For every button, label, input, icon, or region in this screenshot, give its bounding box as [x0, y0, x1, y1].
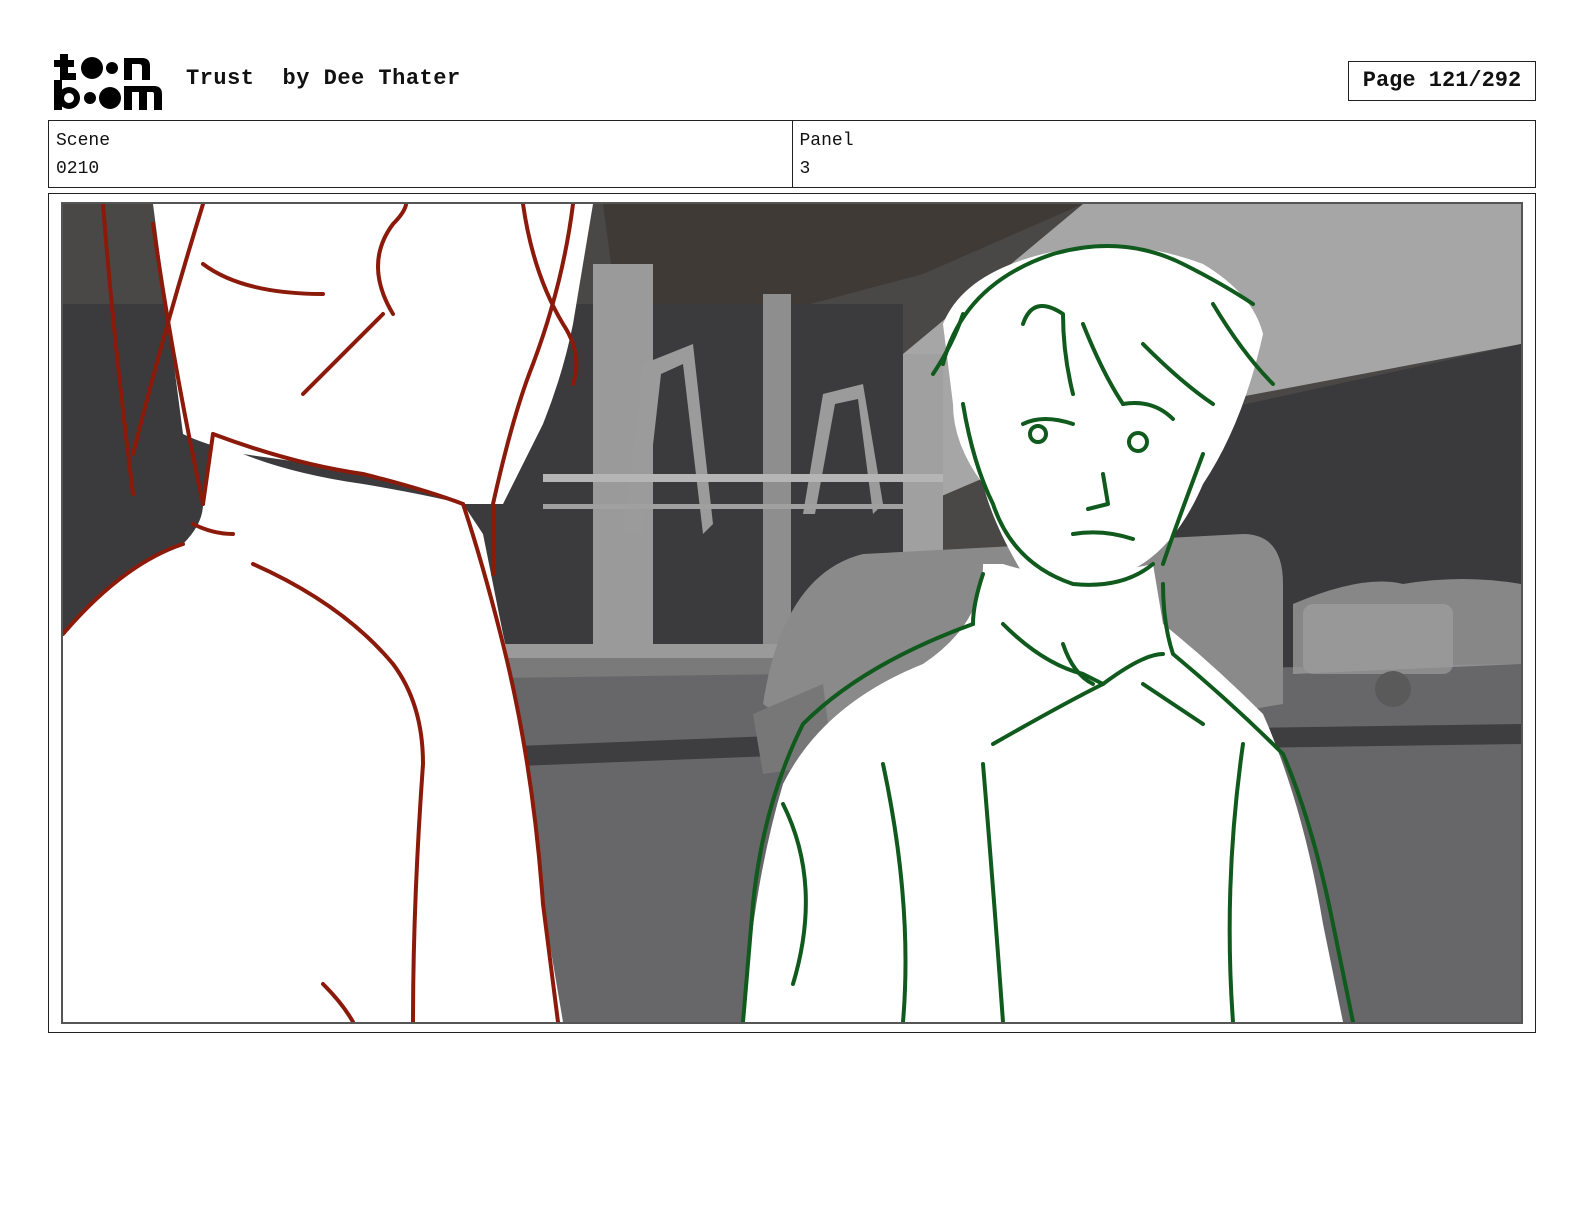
- panel-drawing: [63, 204, 1521, 1022]
- storyboard-panel-image: [61, 202, 1523, 1024]
- toon-boom-logo: [50, 50, 166, 112]
- author-credit: by Dee Thater: [282, 66, 461, 91]
- scene-cell: Scene 0210: [49, 121, 792, 187]
- panel-cell: Panel 3: [791, 121, 1536, 187]
- panel-value: 3: [799, 159, 811, 179]
- document-title: Trust by Dee Thater: [186, 66, 461, 91]
- panel-label: Panel: [799, 131, 854, 151]
- scene-label: Scene: [56, 131, 111, 151]
- scene-value: 0210: [56, 159, 100, 179]
- page-number: Page 121/292: [1348, 61, 1536, 101]
- storyboard-frame: [48, 193, 1536, 1033]
- story-title: Trust: [186, 66, 255, 91]
- scene-panel-table: Scene 0210 Panel 3: [48, 120, 1536, 188]
